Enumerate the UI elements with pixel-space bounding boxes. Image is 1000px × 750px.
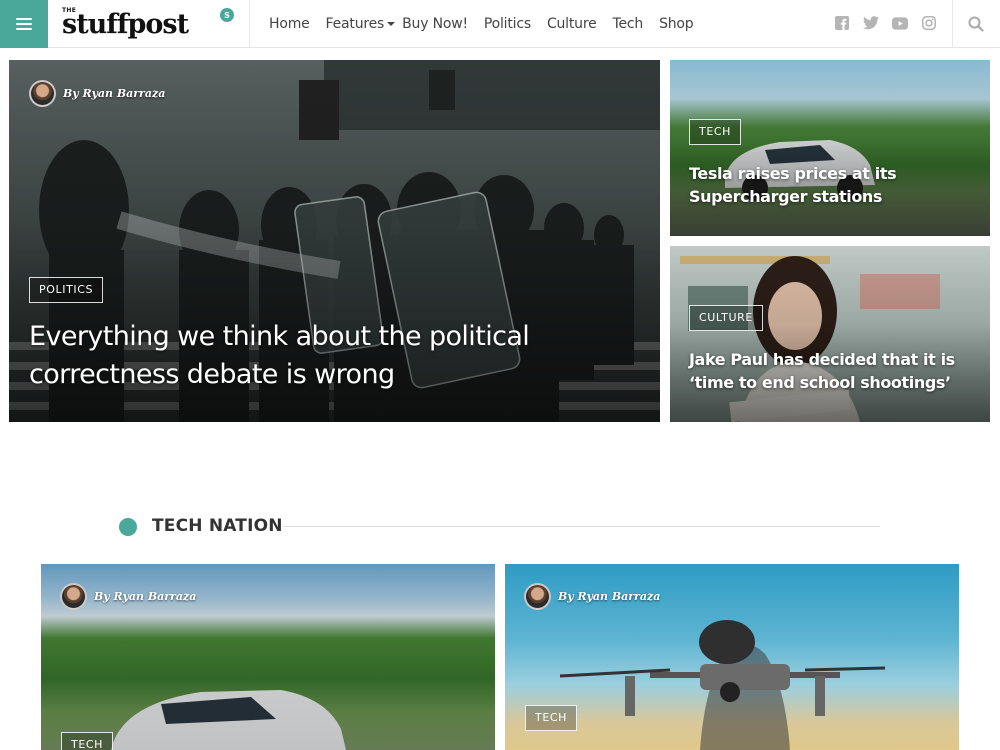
article-card-tech[interactable]: By Ryan Barraza TECH: [505, 564, 959, 750]
site-header: THE stuffpost S Home Features Buy Now! P…: [0, 0, 1000, 48]
image-overlay: [670, 60, 990, 236]
nav-item-tech[interactable]: Tech: [613, 16, 644, 32]
author-name: By Ryan Barraza: [558, 590, 661, 603]
author-name: By Ryan Barraza: [63, 87, 166, 100]
nav-item-shop[interactable]: Shop: [659, 16, 694, 32]
logo-text: stuffpost: [62, 9, 189, 40]
author-avatar: [29, 80, 56, 107]
article-card-culture[interactable]: CULTURE Jake Paul has decided that it is…: [670, 246, 990, 422]
nav-label: Home: [269, 16, 310, 32]
nav-item-politics[interactable]: Politics: [484, 16, 531, 32]
section-dot: [119, 518, 137, 536]
author-avatar: [524, 583, 551, 610]
youtube-icon[interactable]: [892, 15, 908, 31]
nav-item-buy-now[interactable]: Buy Now!: [402, 16, 468, 32]
title-line: Jake Paul has decided that it is: [689, 350, 955, 369]
main-nav: Home Features Buy Now! Politics Culture …: [269, 0, 709, 48]
nav-label: Culture: [546, 16, 597, 32]
title-line: Tesla raises prices at its: [689, 164, 897, 183]
nav-label: Features: [325, 16, 385, 32]
logo-badge: S: [220, 8, 234, 22]
social-links: [834, 15, 950, 31]
article-title[interactable]: Tesla raises prices at its Supercharger …: [689, 162, 984, 208]
author-byline[interactable]: By Ryan Barraza: [524, 583, 660, 610]
nav-item-home[interactable]: Home: [269, 16, 310, 32]
nav-label: Shop: [659, 16, 694, 32]
search-button[interactable]: [952, 0, 1000, 48]
nav-label: Buy Now!: [402, 16, 468, 32]
author-byline[interactable]: By Ryan Barraza: [29, 80, 165, 107]
category-badge[interactable]: CULTURE: [689, 305, 763, 331]
header-divider: [249, 0, 250, 48]
search-icon: [968, 16, 984, 32]
article-card-tech[interactable]: TECH Tesla raises prices at its Supercha…: [670, 60, 990, 236]
menu-button[interactable]: [0, 0, 48, 48]
category-badge[interactable]: TECH: [525, 705, 578, 731]
twitter-icon[interactable]: [863, 15, 879, 31]
article-title[interactable]: Everything we think about the political …: [29, 318, 649, 394]
category-badge[interactable]: TECH: [689, 119, 742, 145]
section-title: TECH NATION: [152, 516, 283, 536]
hamburger-icon: [16, 18, 32, 30]
nav-label: Tech: [612, 16, 644, 32]
author-byline[interactable]: By Ryan Barraza: [60, 583, 196, 610]
title-line: Everything we think about the political: [29, 321, 530, 352]
title-line: Supercharger stations: [689, 187, 883, 206]
author-name: By Ryan Barraza: [94, 590, 197, 603]
article-card-tech[interactable]: By Ryan Barraza TECH: [41, 564, 495, 750]
facebook-icon[interactable]: [834, 15, 850, 31]
featured-article-card[interactable]: By Ryan Barraza POLITICS Everything we t…: [9, 60, 660, 422]
category-badge[interactable]: TECH: [61, 732, 114, 750]
chevron-down-icon: [387, 22, 396, 26]
nav-item-features[interactable]: Features: [326, 16, 396, 32]
author-avatar: [60, 583, 87, 610]
image-overlay: [670, 246, 990, 422]
title-line: correctness debate is wrong: [29, 359, 395, 390]
article-title[interactable]: Jake Paul has decided that it is ‘time t…: [689, 348, 984, 394]
instagram-icon[interactable]: [921, 15, 937, 31]
title-line: ‘time to end school shootings’: [689, 373, 951, 392]
category-badge[interactable]: POLITICS: [29, 277, 104, 303]
section-divider-line: [282, 526, 880, 527]
nav-item-culture[interactable]: Culture: [547, 16, 597, 32]
nav-label: Politics: [483, 16, 531, 32]
